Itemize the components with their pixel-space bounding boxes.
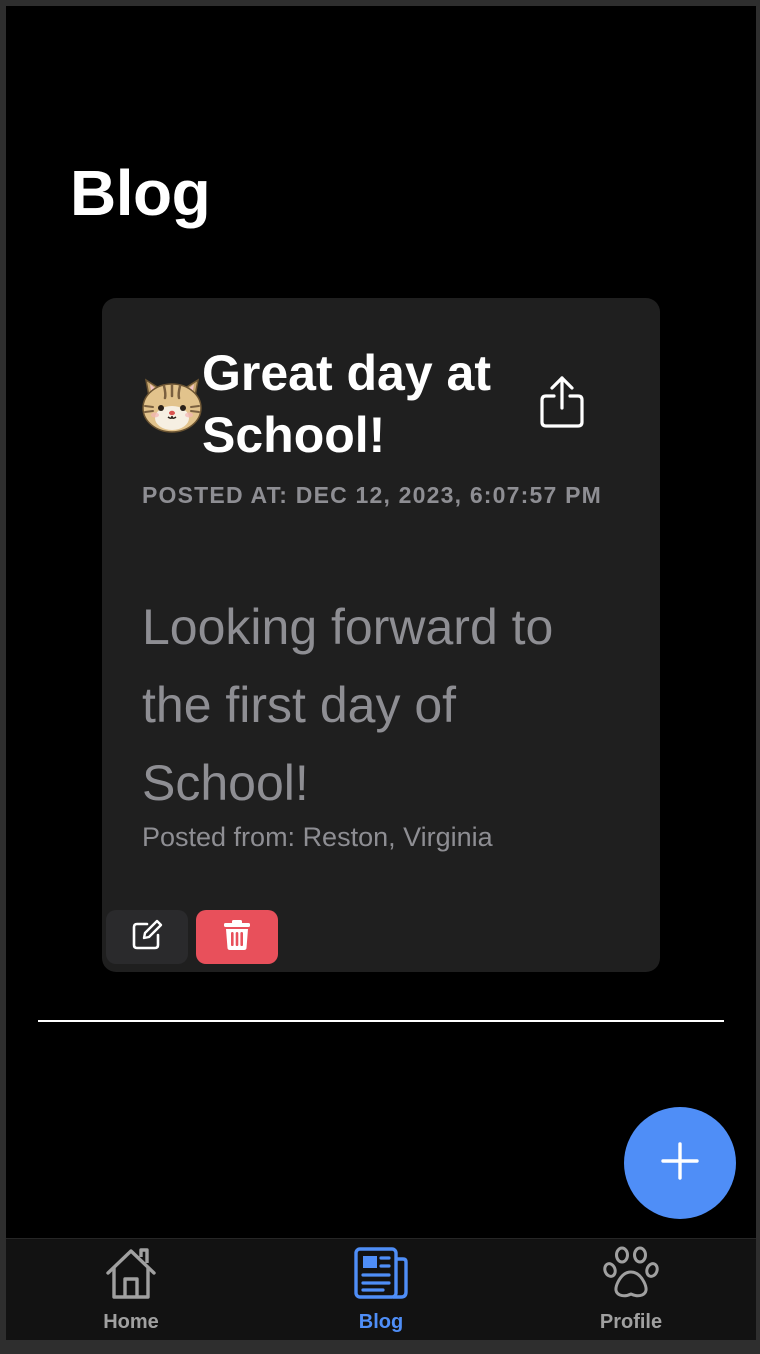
divider <box>38 1020 724 1022</box>
edit-button[interactable] <box>106 910 188 964</box>
post-title: Great day at School! <box>202 345 492 463</box>
page-title: Blog <box>70 157 211 229</box>
trash-icon <box>223 919 251 956</box>
tab-bar: Home Blog Profile <box>6 1238 756 1340</box>
edit-icon <box>131 919 163 956</box>
tab-blog[interactable]: Blog <box>256 1239 506 1340</box>
tab-label-blog: Blog <box>358 1311 404 1333</box>
tab-home[interactable]: Home <box>6 1239 256 1340</box>
post-location: Posted from: Reston, Virginia <box>142 822 493 852</box>
add-post-button[interactable] <box>624 1107 736 1219</box>
tab-label-profile: Profile <box>599 1311 663 1333</box>
blog-post-card: Great day at School! Posted at: Dec 12, … <box>102 298 660 972</box>
cat-face-icon <box>140 374 204 434</box>
newspaper-icon <box>353 1245 409 1301</box>
tab-label-home: Home <box>103 1311 159 1333</box>
paw-icon <box>603 1245 659 1301</box>
post-timestamp: Posted at: Dec 12, 2023, 6:07:57 PM <box>142 482 602 508</box>
share-button[interactable] <box>534 374 590 434</box>
tab-profile[interactable]: Profile <box>506 1239 756 1340</box>
share-icon <box>539 374 585 435</box>
screen: Blog Great day at School! POSTED AT: DEC… <box>6 6 756 1340</box>
post-body: Looking forward to the first day of Scho… <box>142 599 554 811</box>
delete-button[interactable] <box>196 910 278 964</box>
plus-icon <box>660 1141 700 1186</box>
house-icon <box>103 1245 159 1301</box>
